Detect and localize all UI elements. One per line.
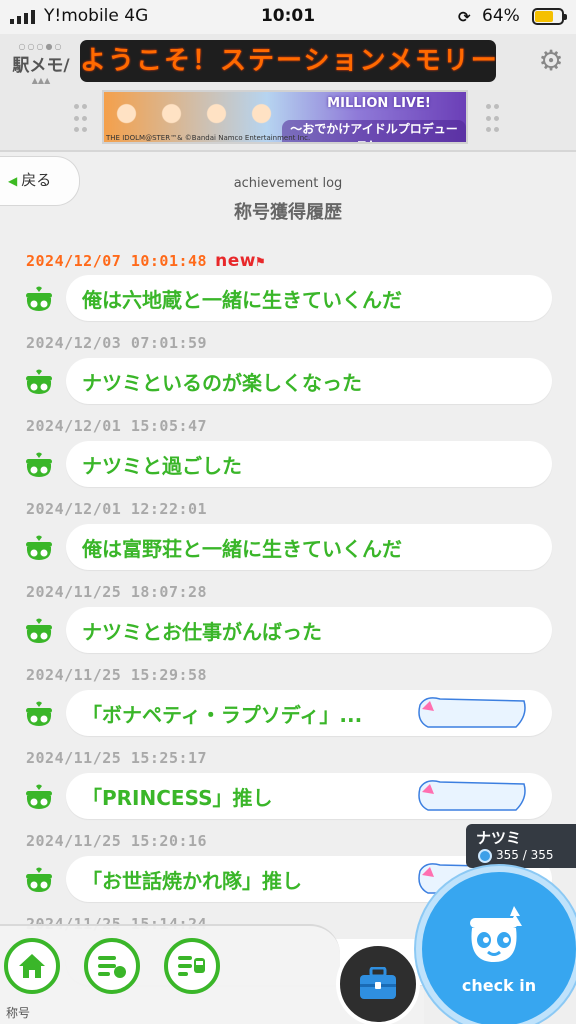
app-logo: ○○○●○ 駅メモ/ ▲▲▲: [10, 42, 72, 90]
flag-icon: ⚑: [255, 254, 265, 270]
log-entry: 2024/12/03 07:01:59 ナツミといるのが楽しくなった: [0, 333, 576, 416]
achievement-log-button[interactable]: [84, 938, 140, 994]
title-pill[interactable]: ナツミと過ごした: [66, 441, 552, 487]
rotation-lock-icon: ⟳: [458, 8, 471, 26]
new-badge: new: [215, 251, 256, 271]
timestamp-text: 2024/12/03 07:01:59: [26, 334, 208, 352]
log-timestamp: 2024/12/01 15:05:47: [26, 417, 207, 435]
title-label: ナツミと過ごした: [82, 454, 242, 478]
timestamp-text: 2024/12/07 10:01:48: [26, 252, 208, 270]
check-in-label: check in: [461, 976, 537, 995]
log-timestamp: 2024/11/25 15:29:58: [26, 666, 207, 684]
character-avatar-icon: [26, 369, 52, 394]
title-pill[interactable]: 「PRINCESS」推し: [66, 773, 552, 819]
home-icon: [19, 954, 45, 978]
character-avatar-icon: [26, 535, 52, 560]
character-avatar-icon: [26, 452, 52, 477]
idol-unit-election-badge: [418, 780, 526, 811]
app-header: ○○○●○ 駅メモ/ ▲▲▲ ようこそ！ステーションメモリー ⚙ MILLION…: [0, 34, 576, 152]
character-avatar-icon: [26, 784, 52, 809]
bottom-nav: 称号: [0, 924, 340, 1024]
idol-unit-election-badge: [418, 697, 526, 728]
speaker-grille-right: [486, 104, 500, 136]
title-label: 「お世話焼かれ隊」推し: [82, 869, 302, 893]
log-entry: 2024/11/25 15:25:17 「PRINCESS」推し: [0, 748, 576, 831]
banner-title: MILLION LIVE!: [327, 96, 431, 111]
status-bar: Y!mobile 4G 10:01 ⟳ 64%: [0, 0, 576, 34]
log-entry: 2024/11/25 18:07:28 ナツミとお仕事がんばった: [0, 582, 576, 665]
log-entry: 2024/12/01 12:22:01 俺は富野荘と一緒に生きていくんだ: [0, 499, 576, 582]
banner-copyright: THE IDOLM@STER™& ©Bandai Namco Entertain…: [106, 134, 311, 142]
timestamp-text: 2024/11/25 18:07:28: [26, 583, 208, 601]
log-timestamp: 2024/12/07 10:01:48 new⚑: [26, 251, 265, 271]
gear-icon[interactable]: ⚙: [536, 46, 566, 76]
briefcase-icon: [360, 967, 396, 999]
battery-icon: [532, 8, 567, 25]
timestamp-text: 2024/11/25 15:25:17: [26, 749, 208, 767]
title-pill[interactable]: ナツミといるのが楽しくなった: [66, 358, 552, 404]
timestamp-text: 2024/11/25 15:20:16: [26, 832, 208, 850]
title-label: 俺は六地蔵と一緒に生きていくんだ: [82, 288, 402, 312]
check-in-button[interactable]: check in: [416, 866, 576, 1024]
logo-text: 駅メモ/: [12, 56, 70, 76]
log-timestamp: 2024/11/25 18:07:28: [26, 583, 207, 601]
title-label: 「PRINCESS」推し: [82, 786, 273, 810]
timestamp-text: 2024/12/01 12:22:01: [26, 500, 208, 518]
title-pill[interactable]: 俺は富野荘と一緒に生きていくんだ: [66, 524, 552, 570]
character-avatar-icon: [26, 286, 52, 311]
log-timestamp: 2024/12/01 12:22:01: [26, 500, 207, 518]
title-pill[interactable]: ナツミとお仕事がんばった: [66, 607, 552, 653]
timestamp-text: 2024/12/01 15:05:47: [26, 417, 208, 435]
character-name: ナツミ: [476, 829, 522, 847]
character-avatar-icon: [26, 867, 52, 892]
title-label: ナツミといるのが楽しくなった: [82, 371, 362, 395]
character-hp: 355 / 355: [496, 848, 554, 862]
character-avatar-icon: [26, 701, 52, 726]
nav-caption: 称号: [6, 1006, 31, 1020]
train-icon: [178, 956, 205, 976]
log-entry: 2024/12/01 15:05:47 ナツミと過ごした: [0, 416, 576, 499]
log-entry: 2024/12/07 10:01:48 new⚑ 俺は六地蔵と一緒に生きていくんだ: [0, 250, 576, 333]
log-timestamp: 2024/11/25 15:20:16: [26, 832, 207, 850]
home-button[interactable]: [4, 938, 60, 994]
list-icon: [98, 956, 126, 978]
character-status-panel[interactable]: ナツミ 355 / 355: [466, 824, 576, 868]
character-avatar-icon: [26, 618, 52, 643]
item-bag-button[interactable]: [336, 942, 420, 1024]
title-label: ナツミとお仕事がんばった: [82, 620, 322, 644]
station-list-button[interactable]: [164, 938, 220, 994]
title-label: 俺は富野荘と一緒に生きていくんだ: [82, 537, 402, 561]
battery-percent: 64%: [482, 6, 520, 26]
event-banner[interactable]: MILLION LIVE! 〜おでかけアイドルプロデュース！〜 THE IDOL…: [102, 90, 468, 144]
welcome-ticker: ようこそ！ステーションメモリー: [80, 40, 496, 82]
title-label: 「ボナペティ・ラプソディ」...: [82, 703, 363, 727]
log-timestamp: 2024/12/03 07:01:59: [26, 334, 207, 352]
page-subtitle: achievement log: [233, 176, 343, 191]
page-title: 称号獲得履歴: [234, 202, 342, 223]
log-entry: 2024/11/25 15:29:58 「ボナペティ・ラプソディ」...: [0, 665, 576, 748]
speaker-grille-left: [74, 104, 88, 136]
timestamp-text: 2024/11/25 15:29:58: [26, 666, 208, 684]
title-pill[interactable]: 俺は六地蔵と一緒に生きていくんだ: [66, 275, 552, 321]
denco-face-icon: [470, 906, 522, 962]
title-pill[interactable]: 「ボナペティ・ラプソディ」...: [66, 690, 552, 736]
log-timestamp: 2024/11/25 15:25:17: [26, 749, 207, 767]
hp-icon: [478, 849, 492, 863]
